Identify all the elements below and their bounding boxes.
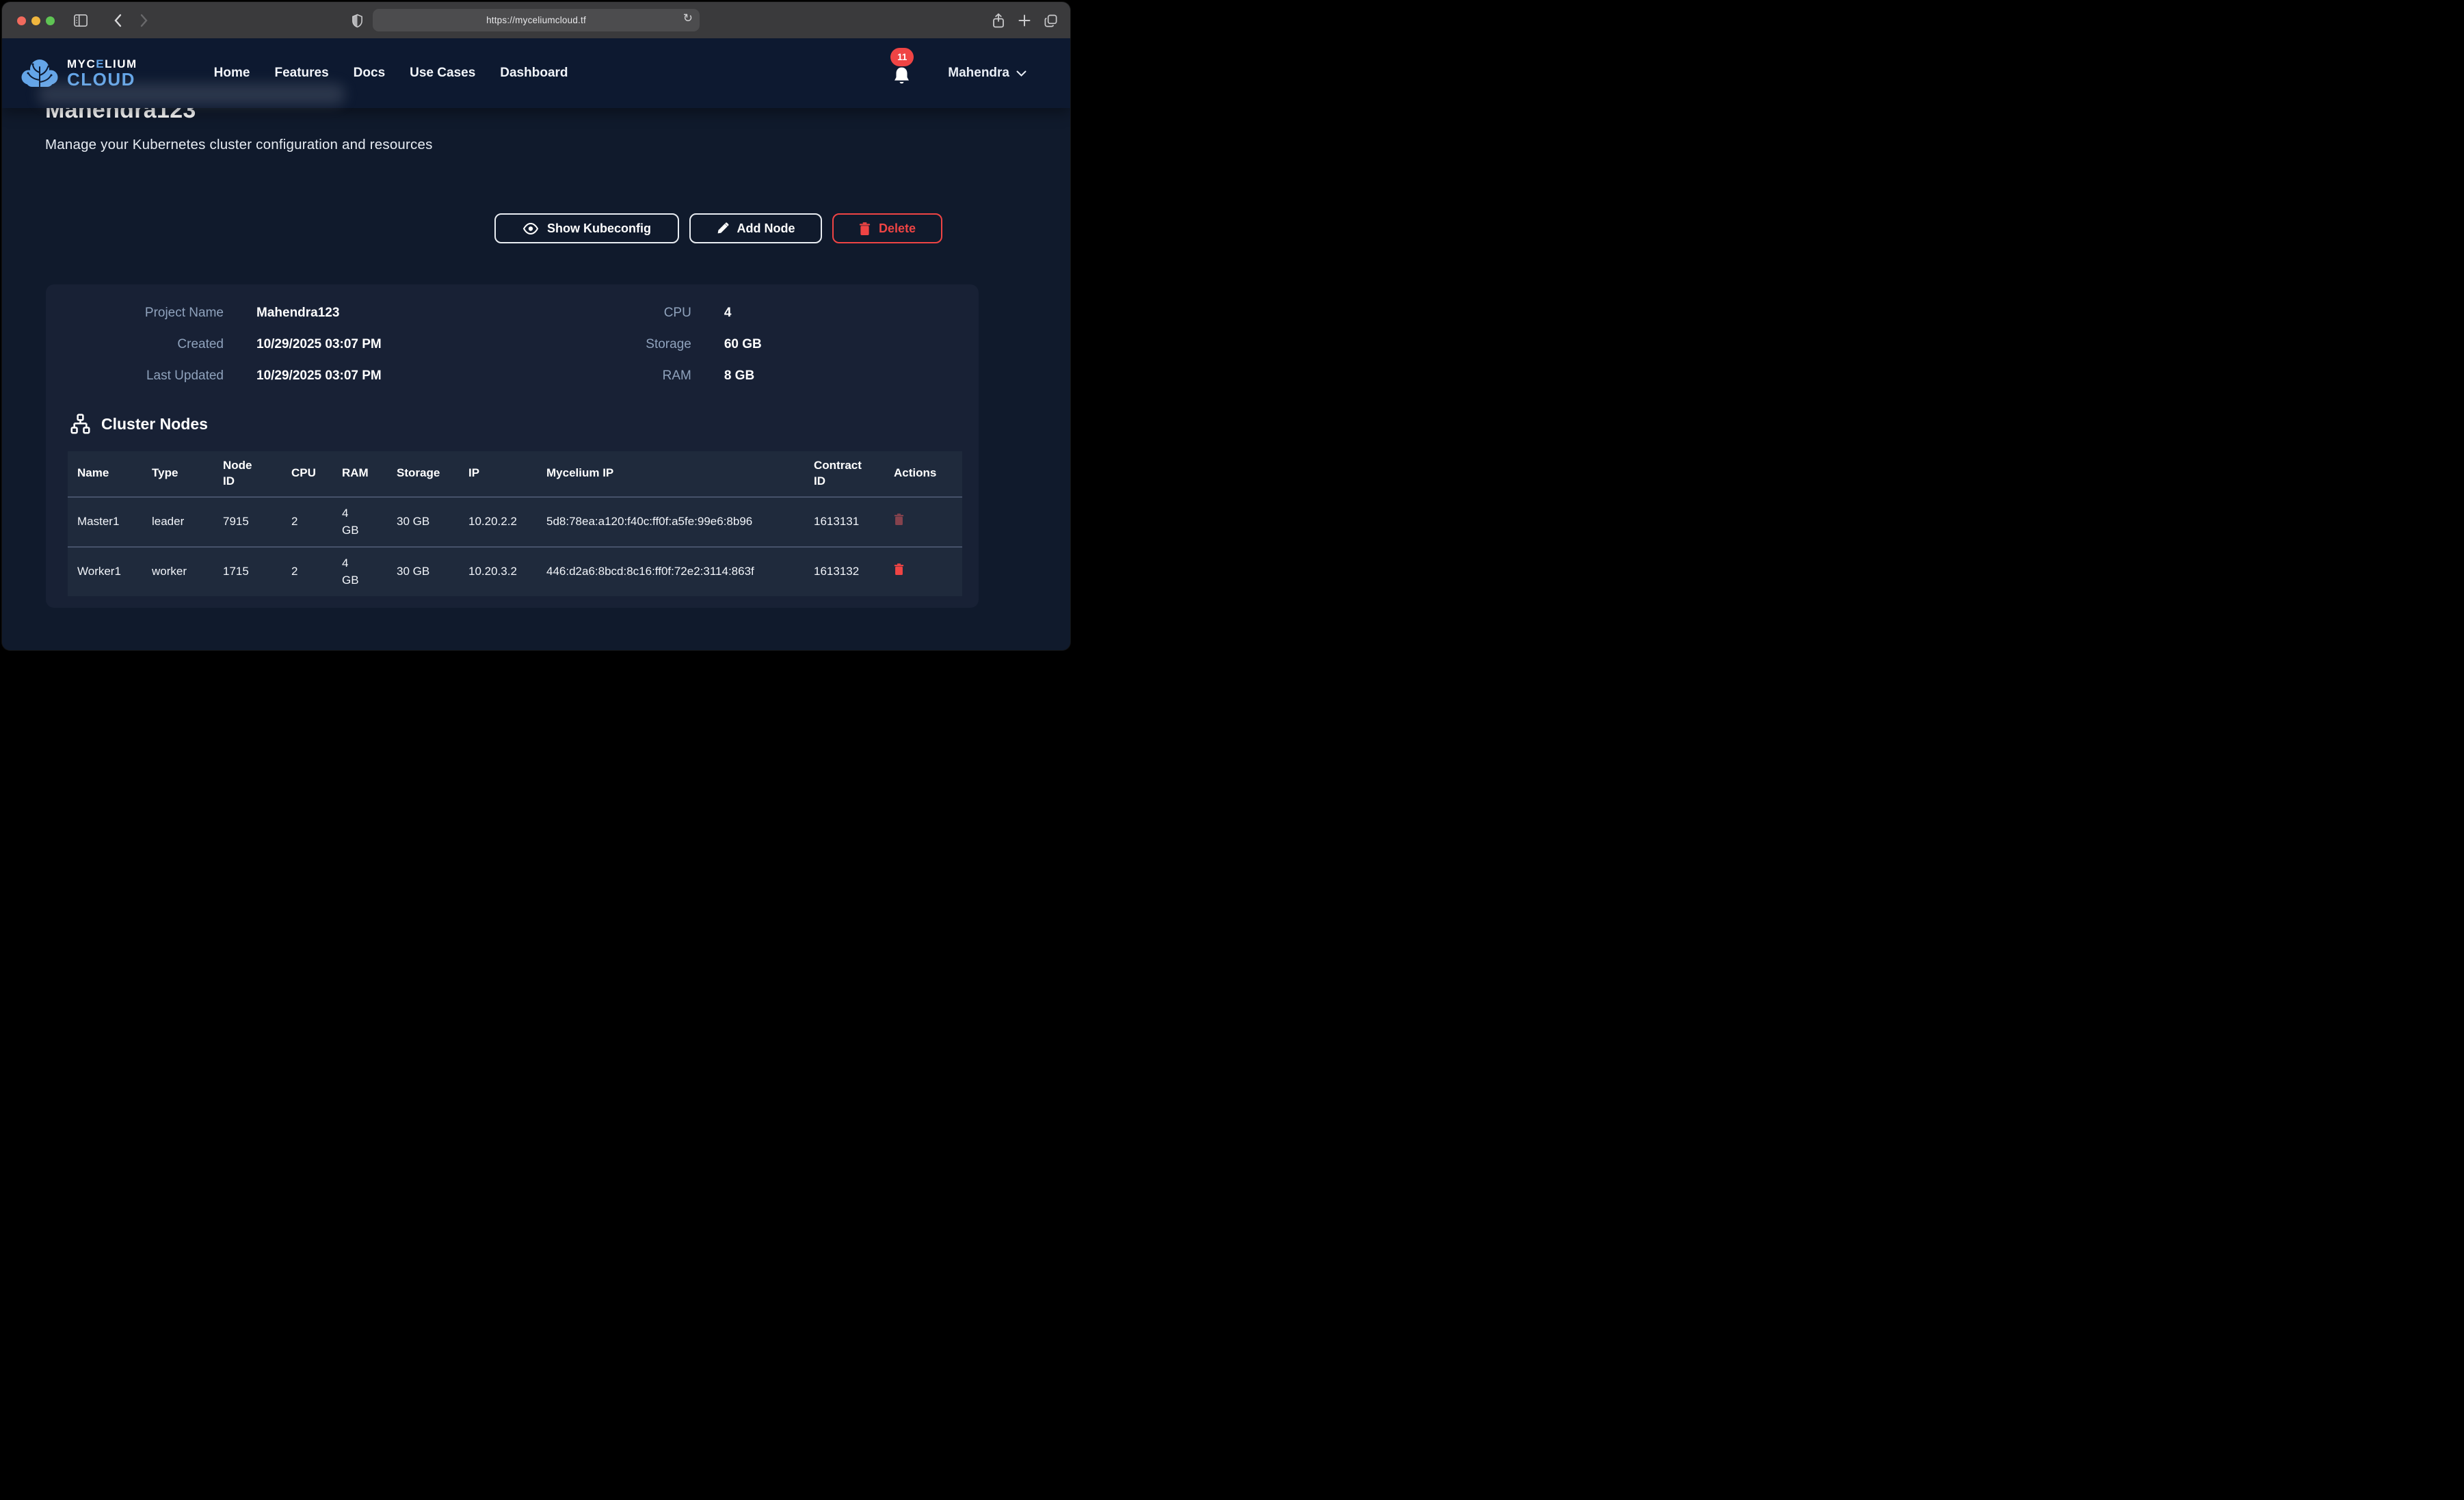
add-node-button[interactable]: Add Node [689,213,822,243]
notification-count-badge: 11 [890,48,914,66]
col-name: Name [68,451,142,497]
brand-logo[interactable]: MYCELIUM CLOUD [20,57,137,90]
detail-label: Last Updated [46,369,224,384]
detail-value-created: 10/29/2025 03:07 PM [256,337,382,352]
cell-storage: 30 GB [387,547,459,596]
hero-section: Mahendra123 Manage your Kubernetes clust… [2,108,1070,153]
cell-contract-id: 1613131 [804,497,884,547]
col-cpu: CPU [282,451,332,497]
cell-ram: 4 GB [332,497,387,547]
reload-icon[interactable]: ↻ [683,12,693,25]
cell-ram: 4 GB [332,547,387,596]
cell-ip: 10.20.2.2 [459,497,537,547]
chevron-down-icon [1016,70,1026,77]
cell-name: Worker1 [68,547,142,596]
cell-node-id: 7915 [213,497,282,547]
cell-node-id: 1715 [213,547,282,596]
url-text: https://myceliumcloud.tf [486,15,586,25]
cell-actions [884,547,962,596]
brand-name-top: MYCELIUM [67,58,137,70]
page-content: MYCELIUM CLOUD Home Features Docs Use Ca… [2,38,1070,650]
new-tab-icon[interactable] [1016,12,1033,29]
delete-node-button[interactable] [894,563,904,575]
forward-button[interactable] [135,12,153,29]
detail-label: RAM [568,369,691,384]
nav-item-features[interactable]: Features [274,66,328,81]
delete-cluster-button[interactable]: Delete [832,213,942,243]
detail-label: CPU [568,306,691,321]
table-row: Master1 leader 7915 2 4 GB 30 GB 10.20.2… [68,497,962,547]
trash-icon [859,222,871,235]
cluster-details-card: Project Name Mahendra123 Created 10/29/2… [46,284,979,608]
cluster-nodes-heading: Cluster Nodes [46,414,979,435]
detail-value-project-name: Mahendra123 [256,306,339,321]
cell-name: Master1 [68,497,142,547]
cell-actions [884,497,962,547]
cell-storage: 30 GB [387,497,459,547]
bell-icon [892,66,911,87]
cell-mycelium-ip: 446:d2a6:8bcd:8c16:ff0f:72e2:3114:863f [537,547,804,596]
cell-mycelium-ip: 5d8:78ea:a120:f40c:ff0f:a5fe:99e6:8b96 [537,497,804,547]
pencil-icon [717,222,729,235]
detail-label: Storage [568,337,691,352]
table-row: Worker1 worker 1715 2 4 GB 30 GB 10.20.3… [68,547,962,596]
back-button[interactable] [109,12,127,29]
sidebar-toggle-icon[interactable] [72,12,90,29]
table-header-row: Name Type Node ID CPU RAM Storage IP Myc… [68,451,962,497]
nav-item-home[interactable]: Home [214,66,250,81]
detail-value-storage: 60 GB [724,337,762,352]
cluster-actions: Show Kubeconfig Add Node Delete [2,213,942,243]
user-name: Mahendra [948,66,1009,81]
cluster-nodes-icon [70,414,91,435]
mycelium-cloud-logo-icon [20,57,59,90]
eye-icon [522,223,539,235]
delete-node-button[interactable] [894,513,904,525]
privacy-shield-icon[interactable] [348,12,366,29]
detail-label: Project Name [46,306,224,321]
nav-item-dashboard[interactable]: Dashboard [500,66,568,81]
detail-label: Created [46,337,224,352]
cell-cpu: 2 [282,547,332,596]
nav-item-docs[interactable]: Docs [354,66,385,81]
col-actions: Actions [884,451,962,497]
page-subtitle: Manage your Kubernetes cluster configura… [45,137,1070,153]
trash-icon [894,563,904,575]
detail-value-last-updated: 10/29/2025 03:07 PM [256,369,382,384]
user-menu[interactable]: Mahendra [948,66,1026,81]
nav-item-use-cases[interactable]: Use Cases [410,66,475,81]
address-bar[interactable]: https://myceliumcloud.tf ↻ [373,9,700,31]
show-kubeconfig-button[interactable]: Show Kubeconfig [494,213,679,243]
close-window-button[interactable] [17,16,26,25]
brand-name-bottom: CLOUD [67,70,137,88]
site-navbar: MYCELIUM CLOUD Home Features Docs Use Ca… [2,38,1070,108]
cell-type: worker [142,547,213,596]
browser-window: https://myceliumcloud.tf ↻ [2,2,1070,650]
col-type: Type [142,451,213,497]
notifications-button[interactable]: 11 [892,66,911,90]
col-node-id: Node ID [213,451,282,497]
col-mycelium-ip: Mycelium IP [537,451,804,497]
zoom-window-button[interactable] [46,16,55,25]
detail-value-cpu: 4 [724,306,732,321]
detail-value-ram: 8 GB [724,369,754,384]
col-storage: Storage [387,451,459,497]
cell-type: leader [142,497,213,547]
tab-overview-icon[interactable] [1042,12,1059,29]
browser-toolbar: https://myceliumcloud.tf ↻ [2,2,1070,38]
page-title: Mahendra123 [45,108,469,123]
col-contract-id: Contract ID [804,451,884,497]
share-icon[interactable] [990,12,1007,29]
cluster-details: Project Name Mahendra123 Created 10/29/2… [46,306,979,384]
col-ram: RAM [332,451,387,497]
minimize-window-button[interactable] [31,16,40,25]
cluster-nodes-table: Name Type Node ID CPU RAM Storage IP Myc… [68,451,962,596]
cell-contract-id: 1613132 [804,547,884,596]
cell-ip: 10.20.3.2 [459,547,537,596]
col-ip: IP [459,451,537,497]
cell-cpu: 2 [282,497,332,547]
nav-links: Home Features Docs Use Cases Dashboard [214,66,568,81]
trash-icon [894,513,904,525]
